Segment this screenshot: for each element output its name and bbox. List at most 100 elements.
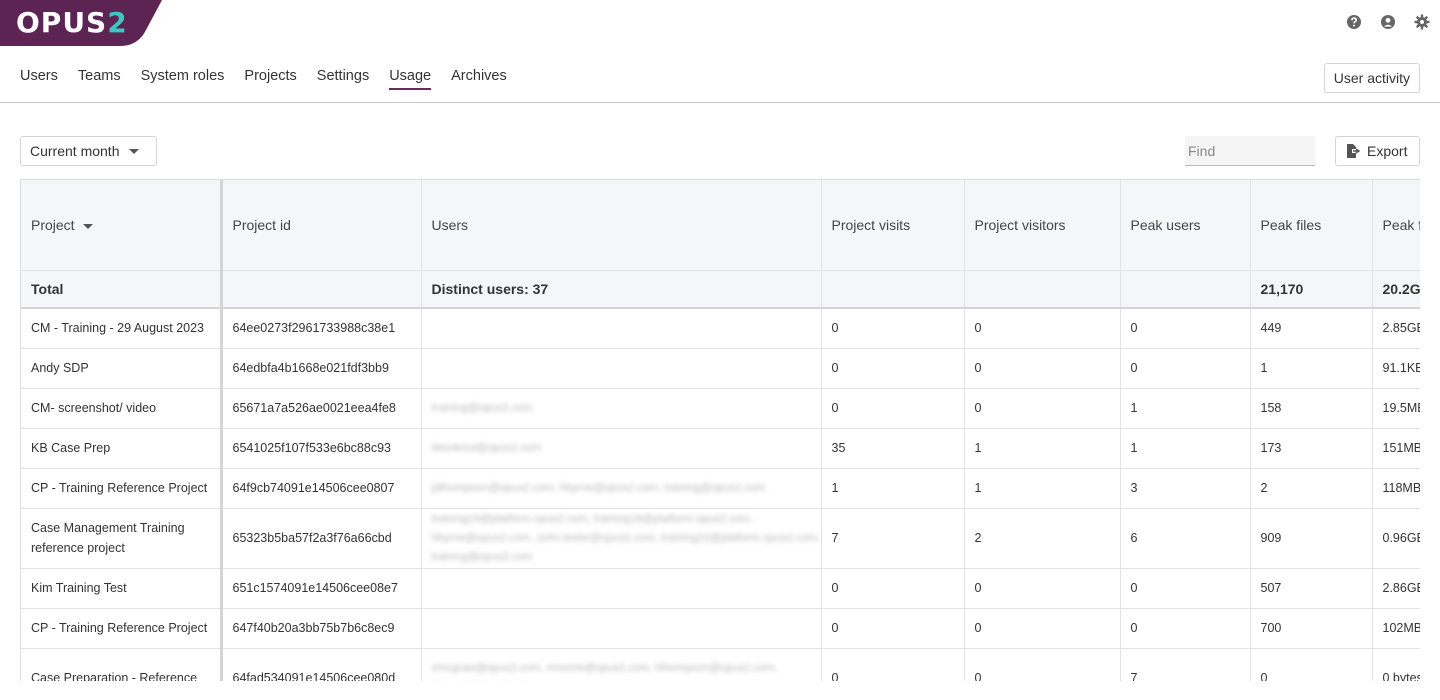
export-icon — [1347, 144, 1361, 158]
tab-archives[interactable]: Archives — [451, 68, 507, 90]
cell-peak-files: 700 — [1250, 608, 1373, 649]
cell-project: Kim Training Test — [21, 568, 223, 609]
cell-visits: 0 — [821, 568, 965, 609]
cell-peak-size: 151MB — [1372, 428, 1420, 469]
total-visitors — [964, 270, 1121, 309]
tab-projects[interactable]: Projects — [244, 68, 296, 90]
table-row[interactable]: CP - Training Reference Project 647f40b2… — [21, 608, 1420, 649]
usage-table[interactable]: Project Project id Users Project visits … — [20, 179, 1420, 681]
cell-peak-users: 0 — [1120, 608, 1251, 649]
cell-visits: 1 — [821, 468, 965, 509]
cell-project-id: 64ee0273f2961733988c38e1 — [221, 308, 422, 349]
account-icon[interactable] — [1380, 14, 1396, 30]
cell-users: training19@platform.opus2.com, training1… — [421, 508, 822, 569]
cell-project: Case Preparation - Reference — [21, 648, 223, 681]
opus2-logo[interactable]: OPUS2 — [0, 0, 162, 46]
cell-project: Case Management Training reference proje… — [21, 508, 223, 569]
period-select[interactable]: Current month — [20, 136, 157, 166]
cell-peak-users: 0 — [1120, 348, 1251, 389]
user-activity-button[interactable]: User activity — [1323, 63, 1420, 93]
cell-project-id: 64edbfa4b1668e021fdf3bb9 — [221, 348, 422, 389]
cell-visits: 0 — [821, 388, 965, 429]
cell-visits: 0 — [821, 608, 965, 649]
cell-project: KB Case Prep — [21, 428, 223, 469]
cell-users — [421, 608, 822, 649]
cell-visits: 0 — [821, 648, 965, 681]
table-row[interactable]: CM - Training - 29 August 2023 64ee0273f… — [21, 308, 1420, 349]
cell-peak-files: 173 — [1250, 428, 1373, 469]
cell-visitors: 2 — [964, 508, 1121, 569]
table-row[interactable]: CP - Training Reference Project 64f9cb74… — [21, 468, 1420, 509]
logo-text: OPUS2 — [16, 6, 128, 39]
export-button[interactable]: Export — [1335, 136, 1420, 166]
total-visits — [821, 270, 965, 309]
find-input[interactable] — [1185, 136, 1315, 166]
tab-usage[interactable]: Usage — [389, 68, 432, 90]
cell-peak-size: 0.96GB — [1372, 508, 1420, 569]
cell-peak-size: 91.1KB — [1372, 348, 1420, 389]
cell-project: Andy SDP — [21, 348, 223, 389]
cell-users: smcgraw@opus2.com, nmoore@opus2.com, hth… — [421, 648, 822, 681]
cell-peak-size: 2.86GB — [1372, 568, 1420, 609]
cell-peak-users: 0 — [1120, 568, 1251, 609]
settings-icon[interactable] — [1414, 14, 1430, 30]
cell-project-id: 6541025f107f533e6bc88c93 — [221, 428, 422, 469]
cell-visitors: 0 — [964, 348, 1121, 389]
cell-users — [421, 348, 822, 389]
column-header-project-id[interactable]: Project id — [221, 180, 422, 271]
total-row: Total Distinct users: 37 21,170 20.2G — [21, 270, 1420, 309]
cell-project-id: 65323b5ba57f2a3f76a66cbd — [221, 508, 422, 569]
tab-users[interactable]: Users — [20, 68, 58, 90]
tab-settings[interactable]: Settings — [317, 68, 369, 90]
cell-peak-users: 0 — [1120, 308, 1251, 349]
sort-down-icon[interactable] — [82, 223, 93, 229]
cell-peak-files: 909 — [1250, 508, 1373, 569]
column-header-project[interactable]: Project — [21, 180, 223, 271]
cell-project-id: 64f9cb74091e14506cee0807 — [221, 468, 422, 509]
cell-peak-size: 102MB — [1372, 608, 1420, 649]
total-project-id — [221, 270, 422, 309]
column-header-project-visitors[interactable]: Project visitors — [964, 180, 1121, 271]
cell-peak-users: 1 — [1120, 428, 1251, 469]
table-row[interactable]: KB Case Prep 6541025f107f533e6bc88c93 kb… — [21, 428, 1420, 469]
cell-project-id: 64fad534091e14506cee080d — [221, 648, 422, 681]
cell-users — [421, 308, 822, 349]
cell-visitors: 0 — [964, 568, 1121, 609]
admin-tabs: Users Teams System roles Projects Settin… — [20, 68, 507, 90]
cell-visits: 0 — [821, 348, 965, 389]
cell-peak-size: 2.85GB — [1372, 308, 1420, 349]
cell-peak-files: 1 — [1250, 348, 1373, 389]
column-header-peak-size[interactable]: Peak f — [1372, 180, 1420, 271]
cell-visitors: 0 — [964, 388, 1121, 429]
cell-project: CM- screenshot/ video — [21, 388, 223, 429]
export-label: Export — [1367, 143, 1408, 159]
cell-peak-users: 6 — [1120, 508, 1251, 569]
cell-visits: 7 — [821, 508, 965, 569]
column-header-peak-users[interactable]: Peak users — [1120, 180, 1251, 271]
table-row[interactable]: CM- screenshot/ video 65671a7a526ae0021e… — [21, 388, 1420, 429]
nav-divider — [0, 102, 1440, 103]
total-peak-size: 20.2G — [1372, 270, 1420, 309]
cell-peak-size: 19.5MB — [1372, 388, 1420, 429]
column-header-peak-files[interactable]: Peak files — [1250, 180, 1373, 271]
table-row[interactable]: Kim Training Test 651c1574091e14506cee08… — [21, 568, 1420, 609]
column-header-users[interactable]: Users — [421, 180, 822, 271]
tab-system-roles[interactable]: System roles — [141, 68, 225, 90]
cell-peak-users: 7 — [1120, 648, 1251, 681]
chevron-down-icon — [129, 148, 140, 154]
table-row[interactable]: Andy SDP 64edbfa4b1668e021fdf3bb9 0 0 0 … — [21, 348, 1420, 389]
top-bar: OPUS2 — [0, 0, 1440, 48]
cell-project-id: 647f40b20a3bb75b7b6c8ec9 — [221, 608, 422, 649]
table-row[interactable]: Case Management Training reference proje… — [21, 508, 1420, 569]
cell-visitors: 1 — [964, 468, 1121, 509]
cell-peak-files: 158 — [1250, 388, 1373, 429]
help-icon[interactable] — [1346, 14, 1362, 30]
cell-project-id: 651c1574091e14506cee08e7 — [221, 568, 422, 609]
column-header-project-visits[interactable]: Project visits — [821, 180, 965, 271]
tab-teams[interactable]: Teams — [78, 68, 121, 90]
cell-users: kbonkout@opus2.com — [421, 428, 822, 469]
cell-peak-files: 0 — [1250, 648, 1373, 681]
cell-visits: 0 — [821, 308, 965, 349]
table-row[interactable]: Case Preparation - Reference 64fad534091… — [21, 648, 1420, 681]
cell-project: CM - Training - 29 August 2023 — [21, 308, 223, 349]
